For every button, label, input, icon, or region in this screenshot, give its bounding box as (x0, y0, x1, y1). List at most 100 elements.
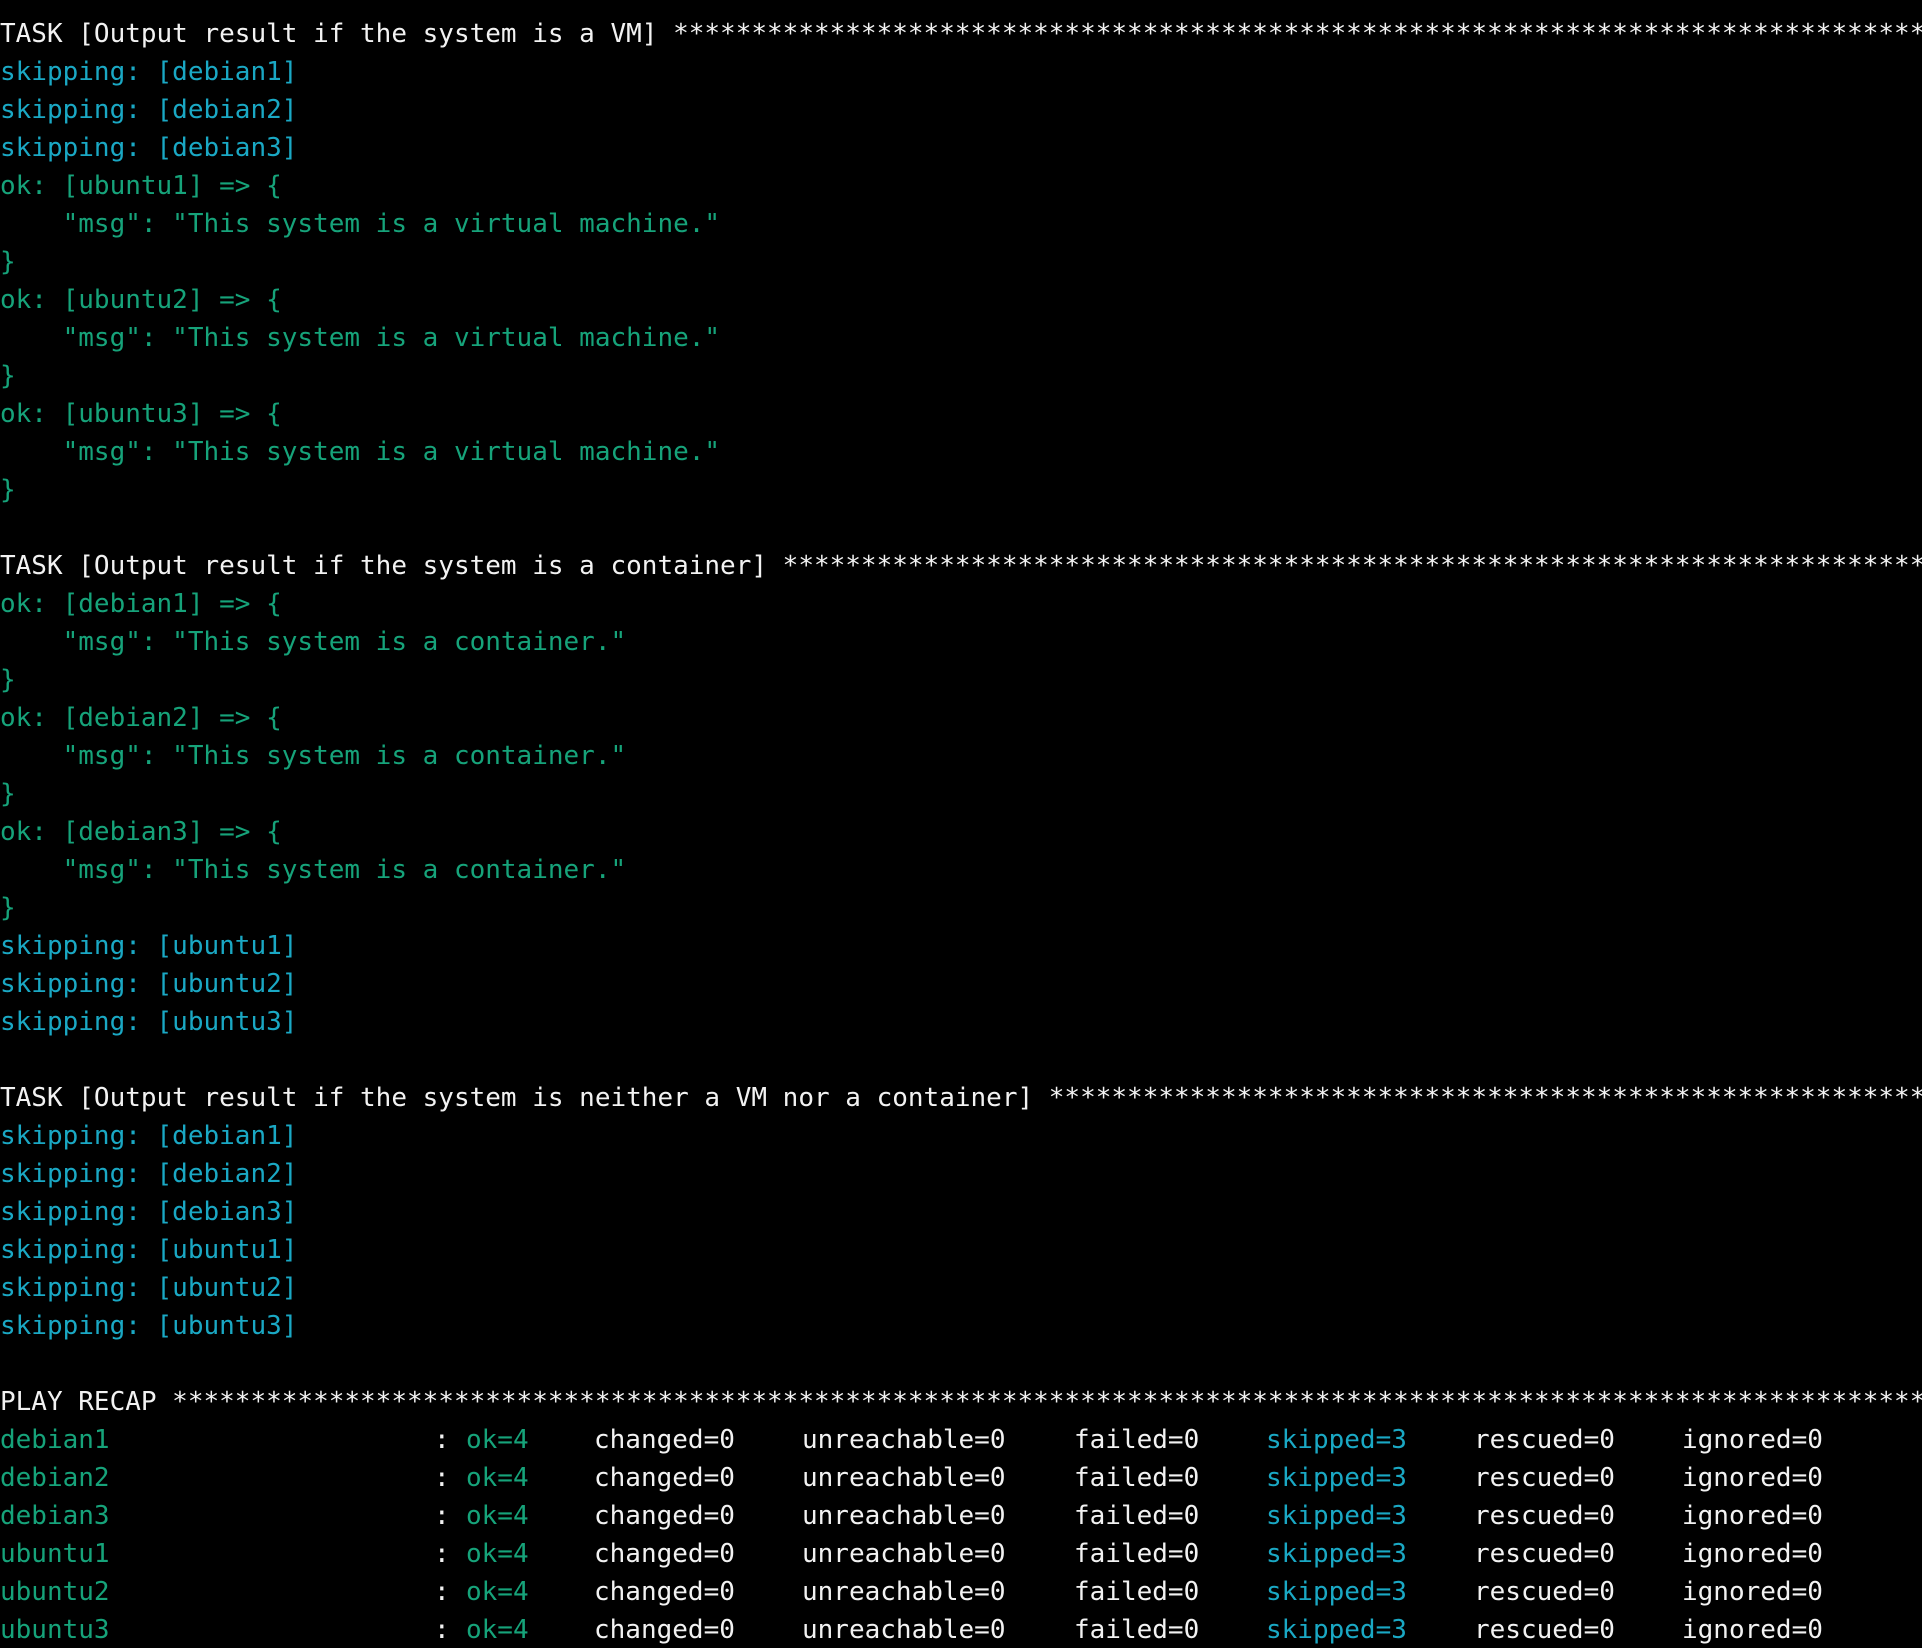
play-recap-table: debian1: ok=4 changed=0 unreachable=0 failed… (0, 1421, 1922, 1648)
recap-host: ubuntu2 (0, 1577, 110, 1607)
task-header: TASK [Output result if the system is nei… (0, 1083, 1922, 1113)
task-log: TASK [Output result if the system is a V… (0, 15, 1922, 1421)
skipping-line: skipping: [ubuntu2] (0, 1273, 298, 1303)
recap-unreachable-count: unreachable=0 (802, 1501, 1006, 1531)
ok-line: ok: [debian1] => { (0, 589, 282, 619)
log-line: "msg": "This system is a virtual machine… (0, 209, 721, 239)
recap-host: debian3 (0, 1501, 110, 1531)
recap-failed-count: failed=0 (1074, 1577, 1200, 1607)
skipping-line: skipping: [debian3] (0, 1197, 298, 1227)
ok-line: ok: [ubuntu2] => { (0, 285, 282, 315)
recap-skipped-count: skipped=3 (1266, 1425, 1407, 1455)
recap-ignored-count: ignored=0 (1682, 1539, 1823, 1569)
skipping-line: skipping: [ubuntu1] (0, 1235, 298, 1265)
recap-changed-count: changed=0 (594, 1463, 735, 1493)
recap-unreachable-count: unreachable=0 (802, 1463, 1006, 1493)
log-line: } (0, 779, 16, 809)
recap-ok-count: ok=4 (466, 1463, 529, 1493)
log-line: "msg": "This system is a virtual machine… (0, 437, 721, 467)
recap-changed-count: changed=0 (594, 1577, 735, 1607)
task-header: TASK [Output result if the system is a V… (0, 19, 1922, 49)
recap-ok-count: ok=4 (466, 1501, 529, 1531)
recap-ignored-count: ignored=0 (1682, 1463, 1823, 1493)
recap-rescued-count: rescued=0 (1474, 1425, 1615, 1455)
recap-failed-count: failed=0 (1074, 1539, 1200, 1569)
recap-rescued-count: rescued=0 (1474, 1501, 1615, 1531)
recap-ignored-count: ignored=0 (1682, 1577, 1823, 1607)
log-line: } (0, 893, 16, 923)
recap-changed-count: changed=0 (594, 1539, 735, 1569)
log-line: "msg": "This system is a container." (0, 855, 627, 885)
terminal-output[interactable]: TASK [Output result if the system is a V… (0, 0, 1922, 1648)
recap-unreachable-count: unreachable=0 (802, 1615, 1006, 1645)
recap-changed-count: changed=0 (594, 1425, 735, 1455)
ok-line: ok: [ubuntu1] => { (0, 171, 282, 201)
skipping-line: skipping: [ubuntu3] (0, 1311, 298, 1341)
log-line: } (0, 361, 16, 391)
log-line: "msg": "This system is a container." (0, 741, 627, 771)
recap-ok-count: ok=4 (466, 1539, 529, 1569)
recap-skipped-count: skipped=3 (1266, 1577, 1407, 1607)
recap-changed-count: changed=0 (594, 1501, 735, 1531)
skipping-line: skipping: [debian1] (0, 1121, 298, 1151)
recap-skipped-count: skipped=3 (1266, 1501, 1407, 1531)
ok-line: ok: [debian2] => { (0, 703, 282, 733)
recap-separator: : (434, 1425, 450, 1455)
task-header: TASK [Output result if the system is a c… (0, 551, 1922, 581)
recap-ok-count: ok=4 (466, 1425, 529, 1455)
recap-failed-count: failed=0 (1074, 1615, 1200, 1645)
recap-row: ubuntu1: ok=4 changed=0 unreachable=0 failed… (0, 1535, 1922, 1573)
recap-row: ubuntu3: ok=4 changed=0 unreachable=0 failed… (0, 1611, 1922, 1648)
recap-host: debian1 (0, 1425, 110, 1455)
recap-row: debian3: ok=4 changed=0 unreachable=0 failed… (0, 1497, 1922, 1535)
recap-rescued-count: rescued=0 (1474, 1577, 1615, 1607)
recap-unreachable-count: unreachable=0 (802, 1425, 1006, 1455)
recap-failed-count: failed=0 (1074, 1425, 1200, 1455)
log-line: } (0, 247, 16, 277)
recap-separator: : (434, 1615, 450, 1645)
recap-rescued-count: rescued=0 (1474, 1615, 1615, 1645)
recap-host: ubuntu1 (0, 1539, 110, 1569)
recap-separator: : (434, 1539, 450, 1569)
skipping-line: skipping: [debian2] (0, 95, 298, 125)
skipping-line: skipping: [ubuntu2] (0, 969, 298, 999)
log-line: } (0, 665, 16, 695)
recap-skipped-count: skipped=3 (1266, 1615, 1407, 1645)
recap-row: debian2: ok=4 changed=0 unreachable=0 failed… (0, 1459, 1922, 1497)
log-line: } (0, 475, 16, 505)
recap-host: debian2 (0, 1463, 110, 1493)
recap-ignored-count: ignored=0 (1682, 1425, 1823, 1455)
recap-row: ubuntu2: ok=4 changed=0 unreachable=0 failed… (0, 1573, 1922, 1611)
recap-host: ubuntu3 (0, 1615, 110, 1645)
skipping-line: skipping: [debian3] (0, 133, 298, 163)
skipping-line: skipping: [debian2] (0, 1159, 298, 1189)
recap-separator: : (434, 1501, 450, 1531)
recap-ok-count: ok=4 (466, 1577, 529, 1607)
recap-ok-count: ok=4 (466, 1615, 529, 1645)
skipping-line: skipping: [ubuntu1] (0, 931, 298, 961)
recap-ignored-count: ignored=0 (1682, 1501, 1823, 1531)
recap-unreachable-count: unreachable=0 (802, 1577, 1006, 1607)
recap-failed-count: failed=0 (1074, 1463, 1200, 1493)
play-recap-header: PLAY RECAP *****************************… (0, 1387, 1922, 1417)
recap-rescued-count: rescued=0 (1474, 1539, 1615, 1569)
skipping-line: skipping: [debian1] (0, 57, 298, 87)
recap-skipped-count: skipped=3 (1266, 1539, 1407, 1569)
recap-changed-count: changed=0 (594, 1615, 735, 1645)
skipping-line: skipping: [ubuntu3] (0, 1007, 298, 1037)
recap-failed-count: failed=0 (1074, 1501, 1200, 1531)
recap-rescued-count: rescued=0 (1474, 1463, 1615, 1493)
recap-ignored-count: ignored=0 (1682, 1615, 1823, 1645)
ok-line: ok: [ubuntu3] => { (0, 399, 282, 429)
recap-row: debian1: ok=4 changed=0 unreachable=0 failed… (0, 1421, 1922, 1459)
recap-separator: : (434, 1577, 450, 1607)
log-line: "msg": "This system is a container." (0, 627, 627, 657)
log-line: "msg": "This system is a virtual machine… (0, 323, 721, 353)
recap-skipped-count: skipped=3 (1266, 1463, 1407, 1493)
recap-unreachable-count: unreachable=0 (802, 1539, 1006, 1569)
recap-separator: : (434, 1463, 450, 1493)
ok-line: ok: [debian3] => { (0, 817, 282, 847)
